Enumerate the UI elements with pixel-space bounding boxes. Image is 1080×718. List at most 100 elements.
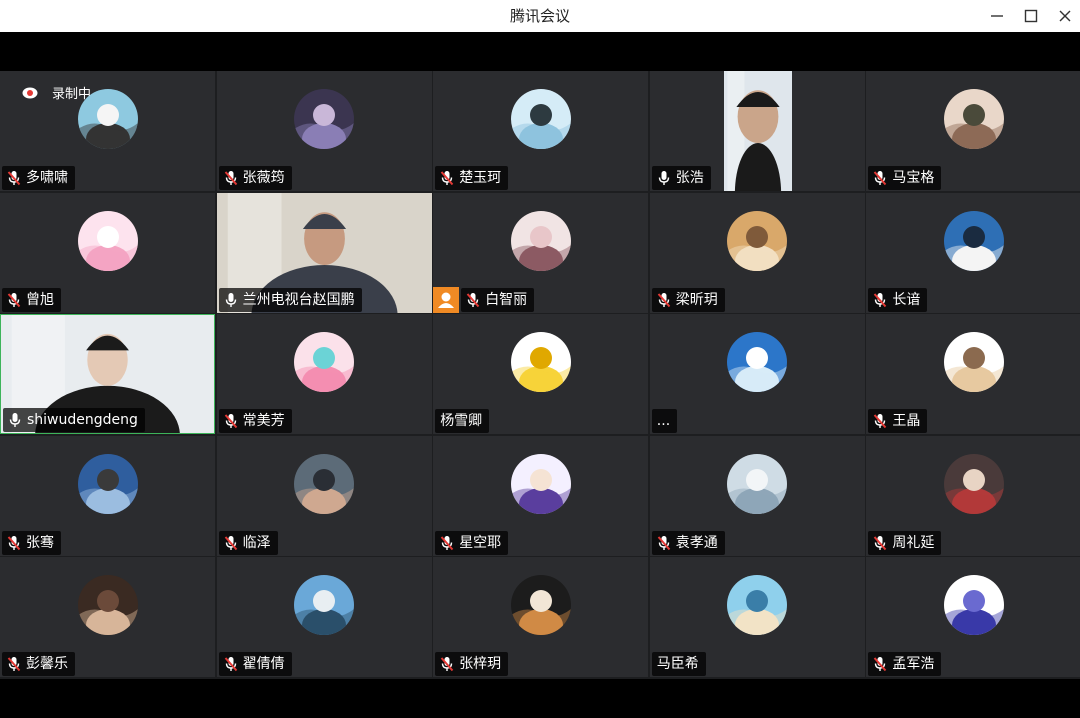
participant-nametag: 张浩 [651,166,711,190]
minimize-icon [991,15,1003,17]
mic-muted-icon [224,414,237,429]
participant-nametag: 马臣希 [651,652,706,677]
participant-nametag: 常美芳 [218,409,292,434]
participant-avatar [727,332,788,393]
mic-muted-icon [874,171,887,186]
bottom-black-band [0,679,1080,718]
participant-name: 杨雪卿 [440,413,483,430]
participant-tile[interactable]: 楚玉珂 [433,71,649,191]
participant-avatar [943,210,1004,271]
participant-nametag: 临泽 [218,530,278,555]
minimize-button[interactable] [982,4,1012,28]
participant-tile[interactable]: 梁昕玥 [649,192,865,313]
participant-name: ... [656,413,671,430]
mic-muted-icon [440,171,454,186]
participant-nametag: 长谙 [868,287,928,312]
participant-avatar [727,575,788,636]
participant-tile[interactable]: 白智丽 [433,192,649,313]
participant-tile[interactable]: 曾旭 [0,192,215,313]
participant-avatar [510,575,571,636]
mic-muted-icon [224,657,237,672]
participant-tile[interactable]: 张浩 [649,71,865,191]
participant-tile[interactable]: 翟倩倩 [216,557,432,678]
mic-muted-icon [440,535,454,550]
participant-nametag: 曾旭 [2,287,61,312]
participant-name: 袁孝通 [675,534,718,551]
participant-avatar [294,453,355,514]
participant-nametag: 张骞 [2,530,61,555]
participant-name: 孟军浩 [892,656,935,673]
participant-name: 兰州电视台赵国鹏 [242,291,355,308]
participant-tile[interactable]: 张骞 [0,435,215,556]
participant-name: 马宝格 [892,170,935,186]
mic-muted-icon [224,171,237,186]
participant-tile[interactable]: 长谙 [866,192,1080,313]
participant-name: 翟倩倩 [242,656,285,673]
mic-icon [225,292,236,307]
participant-avatar [294,575,355,636]
participant-nametag: 兰州电视台赵国鹏 [218,287,362,312]
participant-avatar [510,210,571,271]
mic-muted-icon [7,171,21,186]
mic-muted-icon [657,535,671,550]
participant-name: 彭馨乐 [26,656,68,673]
participant-video [723,71,792,191]
participant-avatar [294,89,355,149]
mic-muted-icon [7,292,21,307]
participant-tile[interactable]: 张梓玥 [433,557,649,678]
participant-name: 多啸啸 [26,170,68,186]
participant-name: 张梓玥 [459,656,502,673]
maximize-button[interactable] [1016,4,1046,28]
participant-name: 星空耶 [459,534,502,551]
participant-name: 周礼延 [892,534,935,551]
participant-nametag: 王晶 [868,409,928,434]
participant-nametag: 张梓玥 [435,652,509,677]
recording-label: 录制中 [52,87,92,102]
participant-nametag: 星空耶 [435,530,509,555]
mic-icon [658,171,669,185]
mic-muted-icon [440,657,454,672]
close-button[interactable] [1050,4,1080,28]
participant-tile[interactable]: 孟军浩 [866,557,1080,678]
participant-name: 张浩 [675,170,704,186]
title-bar: 腾讯会议 [0,0,1080,32]
participant-tile[interactable]: 杨雪卿 [433,314,649,435]
participant-avatar [943,332,1004,393]
participant-tile[interactable]: 彭馨乐 [0,557,215,678]
participant-tile[interactable]: 周礼延 [866,435,1080,556]
participant-tile[interactable]: 张薇筠 [216,71,432,191]
mic-muted-icon [874,292,887,307]
mic-muted-icon [874,535,887,550]
participant-name: 张薇筠 [242,170,285,186]
participant-name: 白智丽 [485,291,528,308]
participant-tile[interactable]: ... [649,314,865,435]
participant-name: 常美芳 [242,413,285,430]
mic-muted-icon [657,292,671,307]
participant-nametag: 马宝格 [868,166,942,190]
participant-tile[interactable]: 常美芳 [216,314,432,435]
participant-avatar [77,210,138,271]
participant-tile[interactable]: 袁孝通 [649,435,865,556]
participant-tile[interactable]: 王晶 [866,314,1080,435]
host-badge [433,286,460,313]
participant-nametag: 楚玉珂 [435,166,509,190]
participant-name: 马臣希 [656,656,699,673]
participant-tile[interactable]: shiwudengdeng [0,314,215,435]
participant-tile[interactable]: 马宝格 [866,71,1080,191]
participant-name: 王晶 [892,413,921,430]
mic-muted-icon [466,292,480,307]
participant-avatar [77,575,138,636]
participant-tile[interactable]: 马臣希 [649,557,865,678]
top-black-band [0,32,1080,71]
participant-nametag: 梁昕玥 [651,287,725,312]
participant-nametag: shiwudengdeng [3,408,145,433]
participant-tile[interactable]: 临泽 [216,435,432,556]
mic-muted-icon [224,535,237,550]
mic-muted-icon [7,657,21,672]
participant-avatar [77,453,138,514]
participant-name: 楚玉珂 [459,170,502,186]
participant-tile[interactable]: 兰州电视台赵国鹏 [216,192,432,313]
participant-tile[interactable]: 星空耶 [433,435,649,556]
participant-avatar [510,89,571,149]
participant-nametag: 张薇筠 [218,166,292,190]
